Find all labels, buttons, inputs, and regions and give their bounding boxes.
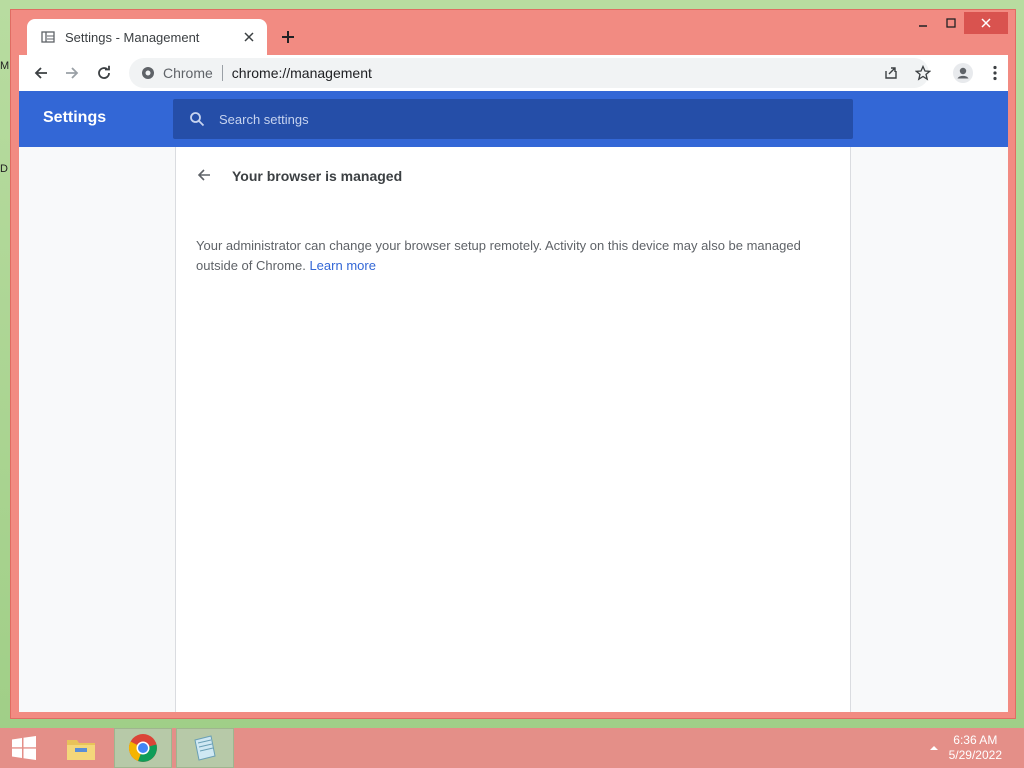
browser-window: Settings - Management Chrome chrome://ma… (10, 9, 1016, 719)
settings-title: Settings (43, 109, 107, 126)
share-icon[interactable] (879, 61, 903, 85)
search-placeholder: Search settings (219, 111, 309, 127)
desktop-icon-label: D (0, 163, 8, 175)
tab-strip: Settings - Management (11, 10, 1015, 55)
back-button[interactable] (29, 61, 53, 85)
page-title: Your browser is managed (232, 168, 403, 184)
clock-time: 6:36 AM (953, 733, 998, 747)
tab-title: Settings - Management (65, 29, 200, 45)
show-hidden-icons-icon[interactable] (928, 742, 940, 754)
settings-header: Settings Search settings (19, 91, 1008, 147)
clock-date: 5/29/2022 (948, 748, 1002, 762)
back-arrow-icon[interactable] (194, 165, 214, 185)
taskbar: 6:36 AM 5/29/2022 (0, 728, 1024, 768)
chrome-taskbar-icon[interactable] (114, 728, 172, 768)
taskbar-clock[interactable]: 6:36 AM 5/29/2022 (949, 733, 1002, 763)
management-card: Your browser is managed Your administrat… (175, 147, 851, 712)
desktop-icon-label: M (0, 60, 10, 72)
minimize-button[interactable] (908, 12, 938, 34)
url-text[interactable]: chrome://management (232, 65, 372, 81)
maximize-button[interactable] (936, 12, 966, 34)
bookmark-star-icon[interactable] (911, 61, 935, 85)
site-chip-label: Chrome (163, 65, 213, 81)
chrome-site-icon (141, 66, 155, 80)
settings-page: Settings Search settings Your browser is… (19, 91, 1008, 712)
reload-button[interactable] (92, 61, 116, 85)
close-window-button[interactable] (964, 12, 1008, 34)
close-tab-icon[interactable] (241, 29, 257, 45)
settings-page-icon (41, 30, 55, 44)
description-text: Your administrator can change your brows… (196, 238, 801, 273)
forward-button[interactable] (60, 61, 84, 85)
tab-settings-management[interactable]: Settings - Management (27, 19, 267, 55)
search-icon (189, 111, 205, 127)
browser-toolbar: Chrome chrome://management (19, 55, 1008, 91)
profile-avatar-icon[interactable] (951, 61, 975, 85)
management-description: Your administrator can change your brows… (196, 236, 816, 276)
address-bar[interactable]: Chrome chrome://management (129, 58, 929, 88)
learn-more-link[interactable]: Learn more (309, 258, 375, 273)
omnibox-divider (221, 65, 223, 81)
search-settings-input[interactable]: Search settings (173, 99, 853, 139)
more-menu-icon[interactable] (983, 61, 1007, 85)
notepad-taskbar-icon[interactable] (176, 728, 234, 768)
file-explorer-taskbar-icon[interactable] (52, 728, 110, 768)
new-tab-button[interactable] (277, 26, 299, 48)
start-button[interactable] (0, 728, 48, 768)
